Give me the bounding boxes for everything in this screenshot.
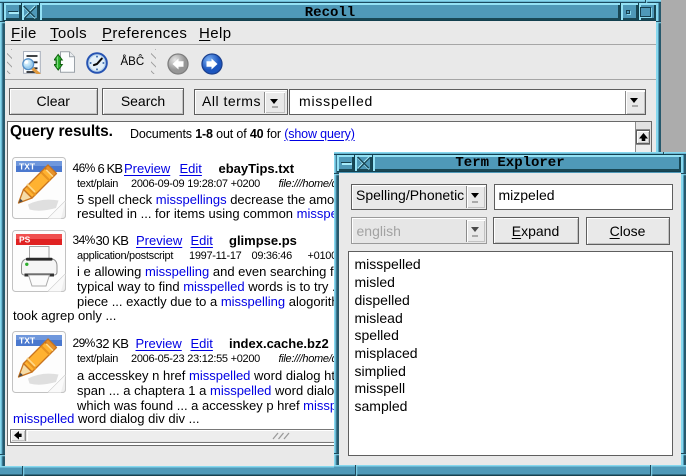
svg-text:PS: PS bbox=[19, 234, 31, 244]
svg-text:TXT: TXT bbox=[19, 336, 36, 346]
svg-text:TXT: TXT bbox=[19, 162, 36, 172]
